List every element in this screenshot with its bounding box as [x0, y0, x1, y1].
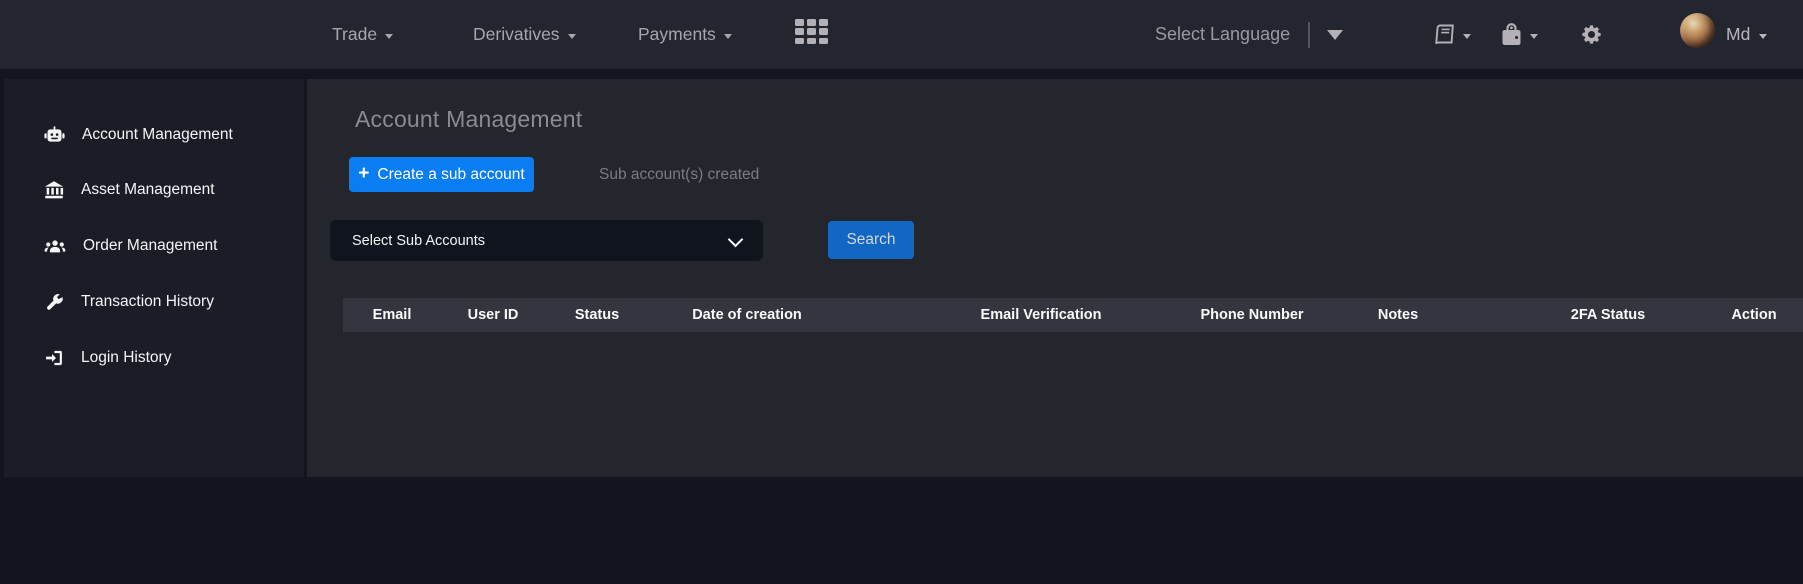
column-header-phone-number: Phone Number — [1200, 298, 1303, 332]
chevron-down-icon — [1463, 34, 1471, 39]
sign-in-icon — [44, 348, 64, 368]
chevron-down-icon — [568, 34, 576, 39]
column-header-action: Action — [1731, 298, 1776, 332]
user-menu[interactable]: Md — [1726, 0, 1767, 69]
sidebar-item-order-management[interactable]: Order Management — [44, 232, 217, 260]
sidebar-item-transaction-history[interactable]: Transaction History — [44, 288, 214, 316]
sidebar-item-label: Account Management — [82, 126, 233, 144]
nav-menu-trade-label: Trade — [332, 24, 377, 45]
column-header-date-of-creation: Date of creation — [692, 298, 802, 332]
gear-icon — [1580, 23, 1603, 46]
plus-icon: + — [358, 164, 369, 183]
column-header-email: Email — [373, 298, 412, 332]
wallet-icon — [1499, 21, 1524, 48]
sidebar-item-account-management[interactable]: Account Management — [44, 121, 233, 149]
bank-icon — [44, 180, 64, 200]
wrench-icon — [44, 292, 64, 312]
sub-accounts-select-value: Select Sub Accounts — [352, 233, 485, 249]
robot-icon — [44, 125, 65, 145]
users-icon — [44, 237, 66, 256]
chevron-down-icon — [385, 34, 393, 39]
table-header-row: Email User ID Status Date of creation Em… — [343, 298, 1803, 332]
sidebar-item-label: Login History — [81, 349, 171, 367]
book-icon — [1433, 23, 1457, 47]
create-sub-account-label: Create a sub account — [377, 166, 524, 184]
user-avatar[interactable] — [1680, 13, 1715, 48]
settings-menu[interactable] — [1580, 0, 1603, 69]
chevron-down-icon — [1759, 34, 1767, 39]
language-dropdown-icon[interactable] — [1327, 30, 1343, 40]
nav-menu-derivatives[interactable]: Derivatives — [473, 0, 576, 69]
sub-accounts-select[interactable]: Select Sub Accounts — [330, 220, 763, 261]
user-menu-name: Md — [1726, 24, 1750, 45]
orders-book-menu[interactable] — [1433, 0, 1471, 69]
sub-accounts-created-text: Sub account(s) created — [599, 166, 759, 184]
sidebar-item-label: Asset Management — [81, 181, 215, 199]
top-navbar: Trade Derivatives Payments Select Langua… — [0, 0, 1803, 69]
sidebar-item-login-history[interactable]: Login History — [44, 344, 171, 372]
nav-menu-derivatives-label: Derivatives — [473, 24, 560, 45]
create-sub-account-button[interactable]: + Create a sub account — [349, 157, 534, 192]
chevron-down-icon — [728, 232, 744, 248]
apps-grid-icon[interactable] — [795, 19, 828, 44]
divider — [1308, 22, 1310, 48]
search-button[interactable]: Search — [828, 221, 914, 259]
chevron-down-icon — [1530, 34, 1538, 39]
app-window: Trade Derivatives Payments Select Langua… — [0, 0, 1803, 584]
page-title: Account Management — [355, 106, 582, 133]
column-header-status: Status — [575, 298, 619, 332]
chevron-down-icon — [724, 34, 732, 39]
column-header-2fa-status: 2FA Status — [1571, 298, 1645, 332]
sidebar-item-asset-management[interactable]: Asset Management — [44, 176, 215, 204]
nav-menu-payments-label: Payments — [638, 24, 716, 45]
language-selector[interactable]: Select Language — [1155, 0, 1290, 69]
wallet-menu[interactable] — [1499, 0, 1538, 69]
main-content: Account Management + Create a sub accoun… — [307, 79, 1803, 477]
sidebar: Account Management Asset Management — [4, 79, 304, 477]
column-header-email-verification: Email Verification — [981, 298, 1102, 332]
nav-menu-payments[interactable]: Payments — [638, 0, 732, 69]
nav-menu-trade[interactable]: Trade — [332, 0, 393, 69]
column-header-notes: Notes — [1378, 298, 1418, 332]
language-selector-label: Select Language — [1155, 24, 1290, 45]
column-header-user-id: User ID — [468, 298, 519, 332]
sidebar-item-label: Order Management — [83, 237, 217, 255]
sidebar-item-label: Transaction History — [81, 293, 214, 311]
